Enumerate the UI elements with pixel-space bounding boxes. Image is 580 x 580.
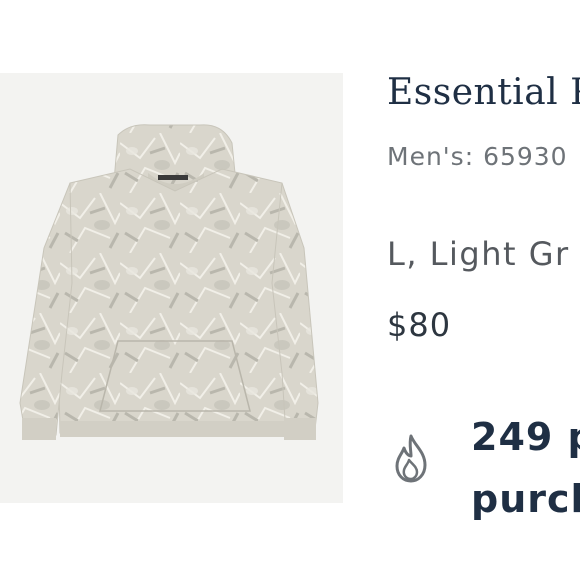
product-card: Essential P Men's: 65930 L, Light Gr $80…: [0, 0, 580, 580]
purchase-count-line-2: purch: [471, 477, 580, 521]
product-sku: Men's: 65930: [387, 142, 568, 171]
product-image[interactable]: [0, 73, 343, 503]
purchase-count: 249 p purch: [471, 406, 580, 530]
product-name[interactable]: Essential P: [387, 72, 580, 113]
flame-icon: [387, 432, 435, 484]
purchase-count-line-1: 249 p: [471, 415, 580, 459]
hoodie-image: [19, 124, 319, 440]
product-price: $80: [387, 306, 452, 344]
product-variant: L, Light Gr: [387, 235, 570, 273]
